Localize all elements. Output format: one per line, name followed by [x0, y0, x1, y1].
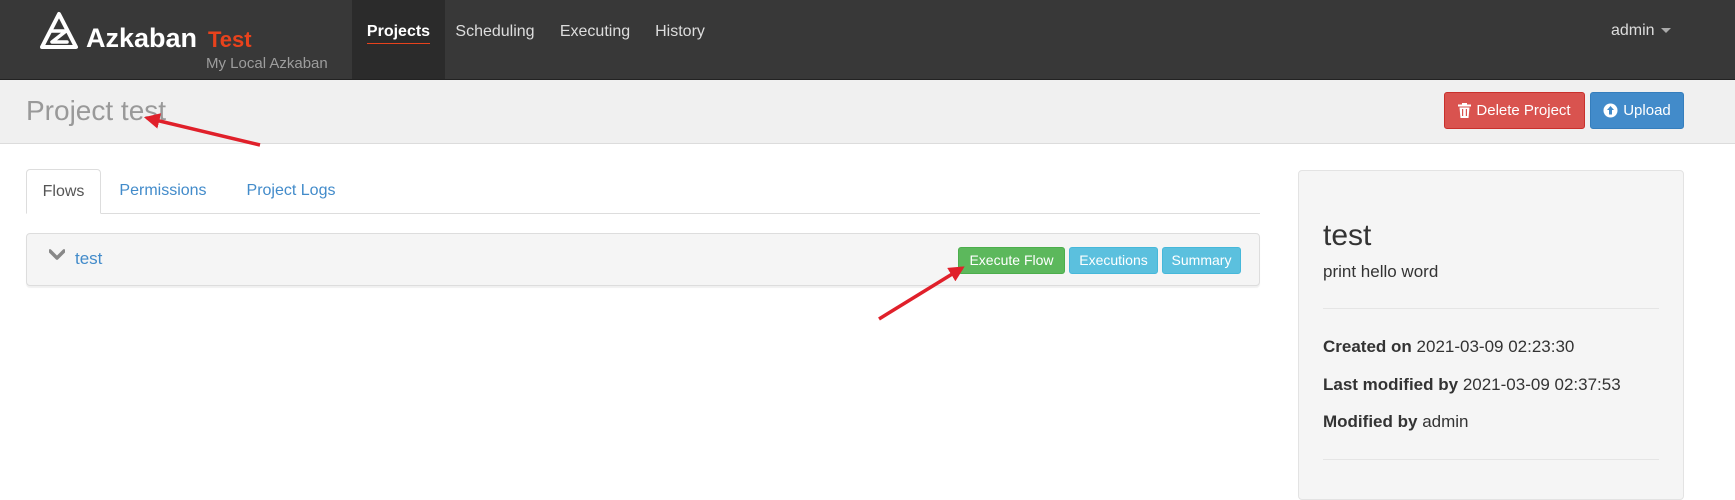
- modified-by-value: admin: [1422, 412, 1469, 431]
- divider: [1323, 459, 1659, 460]
- top-navbar: Azkaban Test My Local Azkaban Projects S…: [0, 0, 1735, 80]
- nav-projects-label: Projects: [366, 23, 431, 44]
- upload-button[interactable]: Upload: [1590, 92, 1684, 129]
- user-name: admin: [1611, 22, 1655, 39]
- project-description: print hello word: [1323, 262, 1439, 281]
- nav-executing-label: Executing: [559, 23, 631, 40]
- trash-icon: [1458, 103, 1472, 118]
- azkaban-logo-icon: [40, 12, 78, 49]
- project-info-panel: test print hello word Created on 2021-03…: [1298, 170, 1684, 500]
- executions-button[interactable]: Executions: [1069, 247, 1158, 274]
- page-title: Project test: [26, 95, 167, 126]
- tab-flows-label: Flows: [42, 183, 85, 200]
- brand-subtitle: My Local Azkaban: [206, 55, 328, 72]
- modified-by-row: Modified by admin: [1323, 412, 1469, 432]
- tab-project-logs-label: Project Logs: [246, 182, 336, 199]
- flow-name-link[interactable]: test: [75, 249, 102, 269]
- nav-history-label: History: [655, 23, 705, 40]
- modified-by-label: Modified by: [1323, 412, 1418, 431]
- project-tabs: Flows Permissions Project Logs: [26, 169, 1260, 214]
- nav-history[interactable]: History: [650, 0, 710, 79]
- delete-project-label: Delete Project: [1476, 102, 1571, 119]
- nav-executing[interactable]: Executing: [552, 0, 638, 79]
- flow-row: test Execute Flow Executions Summary: [26, 233, 1260, 286]
- upload-label: Upload: [1623, 102, 1671, 119]
- chevron-down-icon[interactable]: [49, 249, 65, 261]
- execute-flow-button[interactable]: Execute Flow: [958, 247, 1065, 274]
- nav-scheduling-label: Scheduling: [455, 23, 535, 40]
- upload-circle-icon: [1603, 103, 1618, 118]
- created-on-row: Created on 2021-03-09 02:23:30: [1323, 337, 1574, 357]
- tab-permissions[interactable]: Permissions: [107, 169, 219, 213]
- created-on-label: Created on: [1323, 337, 1412, 356]
- created-on-value: 2021-03-09 02:23:30: [1416, 337, 1575, 356]
- caret-down-icon: [1660, 28, 1671, 34]
- tab-flows[interactable]: Flows: [26, 169, 101, 214]
- delete-project-button[interactable]: Delete Project: [1444, 92, 1585, 129]
- brand-name: Azkaban: [86, 23, 198, 53]
- summary-button[interactable]: Summary: [1162, 247, 1241, 274]
- user-menu[interactable]: admin: [1611, 22, 1671, 40]
- last-modified-value: 2021-03-09 02:37:53: [1462, 375, 1621, 394]
- tab-project-logs[interactable]: Project Logs: [229, 169, 353, 213]
- last-modified-label: Last modified by: [1323, 375, 1459, 394]
- brand-environment: Test: [208, 27, 252, 52]
- last-modified-row: Last modified by 2021-03-09 02:37:53: [1323, 375, 1621, 395]
- divider: [1323, 308, 1659, 309]
- nav-projects[interactable]: Projects: [352, 0, 445, 79]
- tab-permissions-label: Permissions: [119, 182, 207, 199]
- nav-scheduling[interactable]: Scheduling: [448, 0, 542, 79]
- page-header: Project test Delete Project Upload: [0, 80, 1735, 144]
- project-name: test: [1323, 219, 1372, 252]
